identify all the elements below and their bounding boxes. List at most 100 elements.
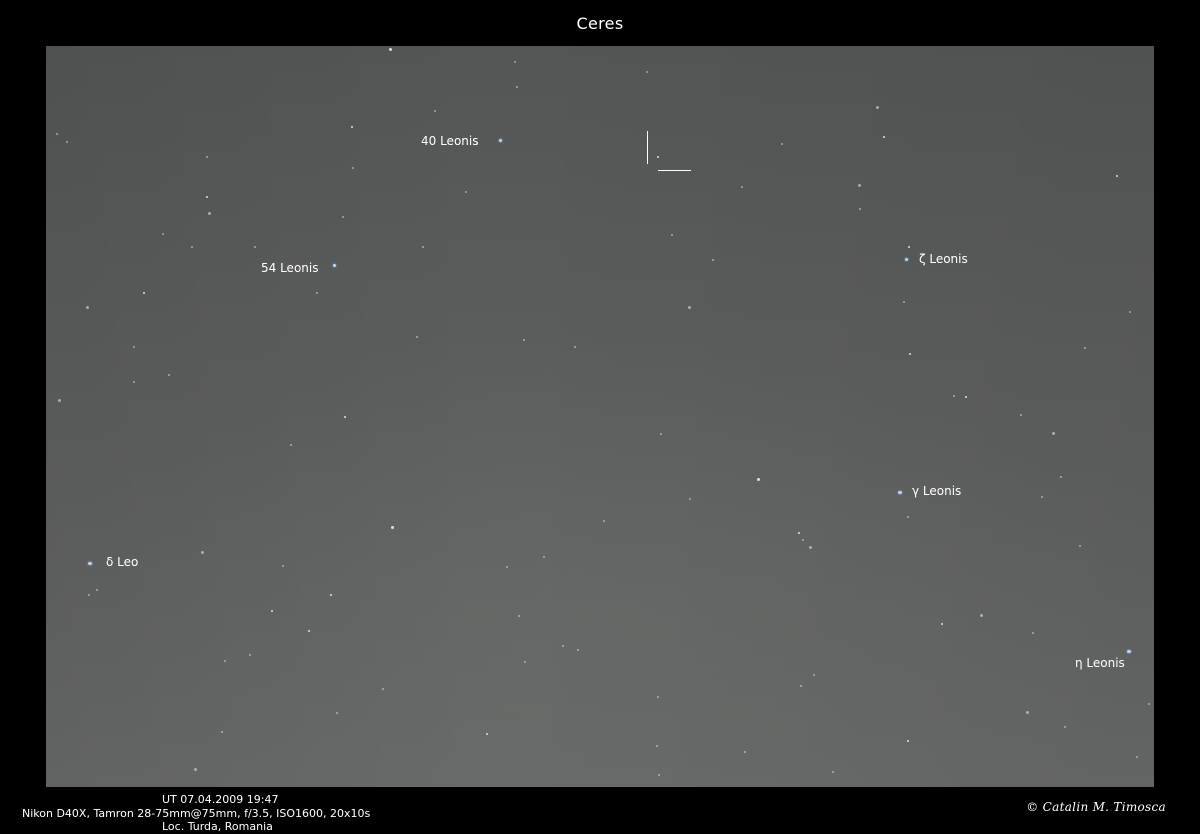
background-star (965, 396, 967, 398)
background-star (422, 246, 424, 248)
label-eta-leonis: η Leonis (1075, 656, 1125, 670)
background-star (907, 516, 909, 518)
background-star (389, 48, 392, 51)
background-star (876, 106, 879, 109)
star-field-photo (46, 46, 1154, 787)
background-star (858, 184, 861, 187)
background-star (657, 696, 659, 698)
star-54-leonis (333, 264, 336, 267)
background-star (832, 771, 834, 773)
background-star (486, 733, 488, 735)
background-star (206, 156, 208, 158)
background-star (88, 594, 90, 596)
background-star (1032, 632, 1034, 634)
background-star (688, 306, 691, 309)
background-star (254, 246, 256, 248)
background-star (86, 306, 89, 309)
background-star (514, 61, 516, 63)
background-star (671, 234, 673, 236)
background-star (1148, 703, 1150, 705)
caption-equipment: Nikon D40X, Tamron 28-75mm@75mm, f/3.5, … (22, 807, 371, 820)
background-star (344, 416, 346, 418)
background-star (744, 751, 746, 753)
background-star (416, 336, 418, 338)
background-star (1084, 347, 1086, 349)
background-star (1052, 432, 1055, 435)
background-star (194, 768, 197, 771)
background-star (224, 660, 226, 662)
background-star (330, 594, 332, 596)
background-star (351, 126, 353, 128)
background-star (802, 539, 804, 541)
background-star (658, 774, 660, 776)
ceres-marker-vertical-line (647, 131, 648, 164)
background-star (221, 731, 223, 733)
background-star (1079, 545, 1081, 547)
caption-location: Loc. Turda, Romania (162, 820, 273, 833)
label-zeta-leonis: ζ Leonis (919, 252, 968, 266)
background-star (909, 353, 911, 355)
background-star (249, 654, 251, 656)
background-star (168, 374, 170, 376)
background-star (308, 630, 310, 632)
background-star (907, 740, 909, 742)
background-star (382, 688, 384, 690)
background-star (143, 292, 145, 294)
background-star (66, 141, 68, 143)
background-star (798, 532, 800, 534)
star-eta-leonis (1127, 650, 1131, 653)
background-star (908, 246, 910, 248)
background-star (859, 208, 861, 210)
background-star (56, 133, 58, 135)
background-star (352, 167, 354, 169)
background-star (712, 259, 714, 261)
background-star (208, 212, 211, 215)
background-star (953, 395, 955, 397)
background-star (1041, 496, 1043, 498)
background-star (162, 233, 164, 235)
background-star (282, 565, 284, 567)
background-star (465, 191, 467, 193)
background-star (757, 478, 760, 481)
background-star (1060, 476, 1062, 478)
background-star (657, 156, 659, 158)
background-star (523, 339, 525, 341)
background-star (809, 546, 812, 549)
background-star (336, 712, 338, 714)
background-star (290, 444, 292, 446)
caption-time: UT 07.04.2009 19:47 (162, 793, 279, 806)
star-delta-leo (88, 562, 92, 565)
sky-gradient (46, 46, 1154, 787)
background-star (562, 645, 564, 647)
label-40-leonis: 40 Leonis (421, 134, 479, 148)
background-star (800, 685, 802, 687)
background-star (506, 566, 508, 568)
label-gamma-leonis: γ Leonis (912, 484, 962, 498)
background-star (516, 86, 518, 88)
star-gamma-leonis (898, 491, 902, 494)
background-star (96, 589, 98, 591)
background-star (342, 216, 344, 218)
label-54-leonis: 54 Leonis (261, 261, 319, 275)
ceres-marker-horizontal-line (658, 170, 691, 171)
background-star (903, 301, 905, 303)
background-star (1020, 414, 1022, 416)
background-star (201, 551, 204, 554)
background-star (58, 399, 61, 402)
background-star (813, 674, 815, 676)
background-star (980, 614, 983, 617)
background-star (603, 520, 605, 522)
background-star (191, 246, 193, 248)
background-star (741, 186, 743, 188)
background-star (656, 745, 658, 747)
background-star (524, 661, 526, 663)
background-star (660, 433, 662, 435)
background-star (133, 346, 135, 348)
background-star (133, 381, 135, 383)
background-star (1026, 711, 1029, 714)
image-title: Ceres (576, 14, 624, 33)
background-star (543, 556, 545, 558)
background-star (781, 143, 783, 145)
background-star (206, 196, 208, 198)
background-star (434, 110, 436, 112)
